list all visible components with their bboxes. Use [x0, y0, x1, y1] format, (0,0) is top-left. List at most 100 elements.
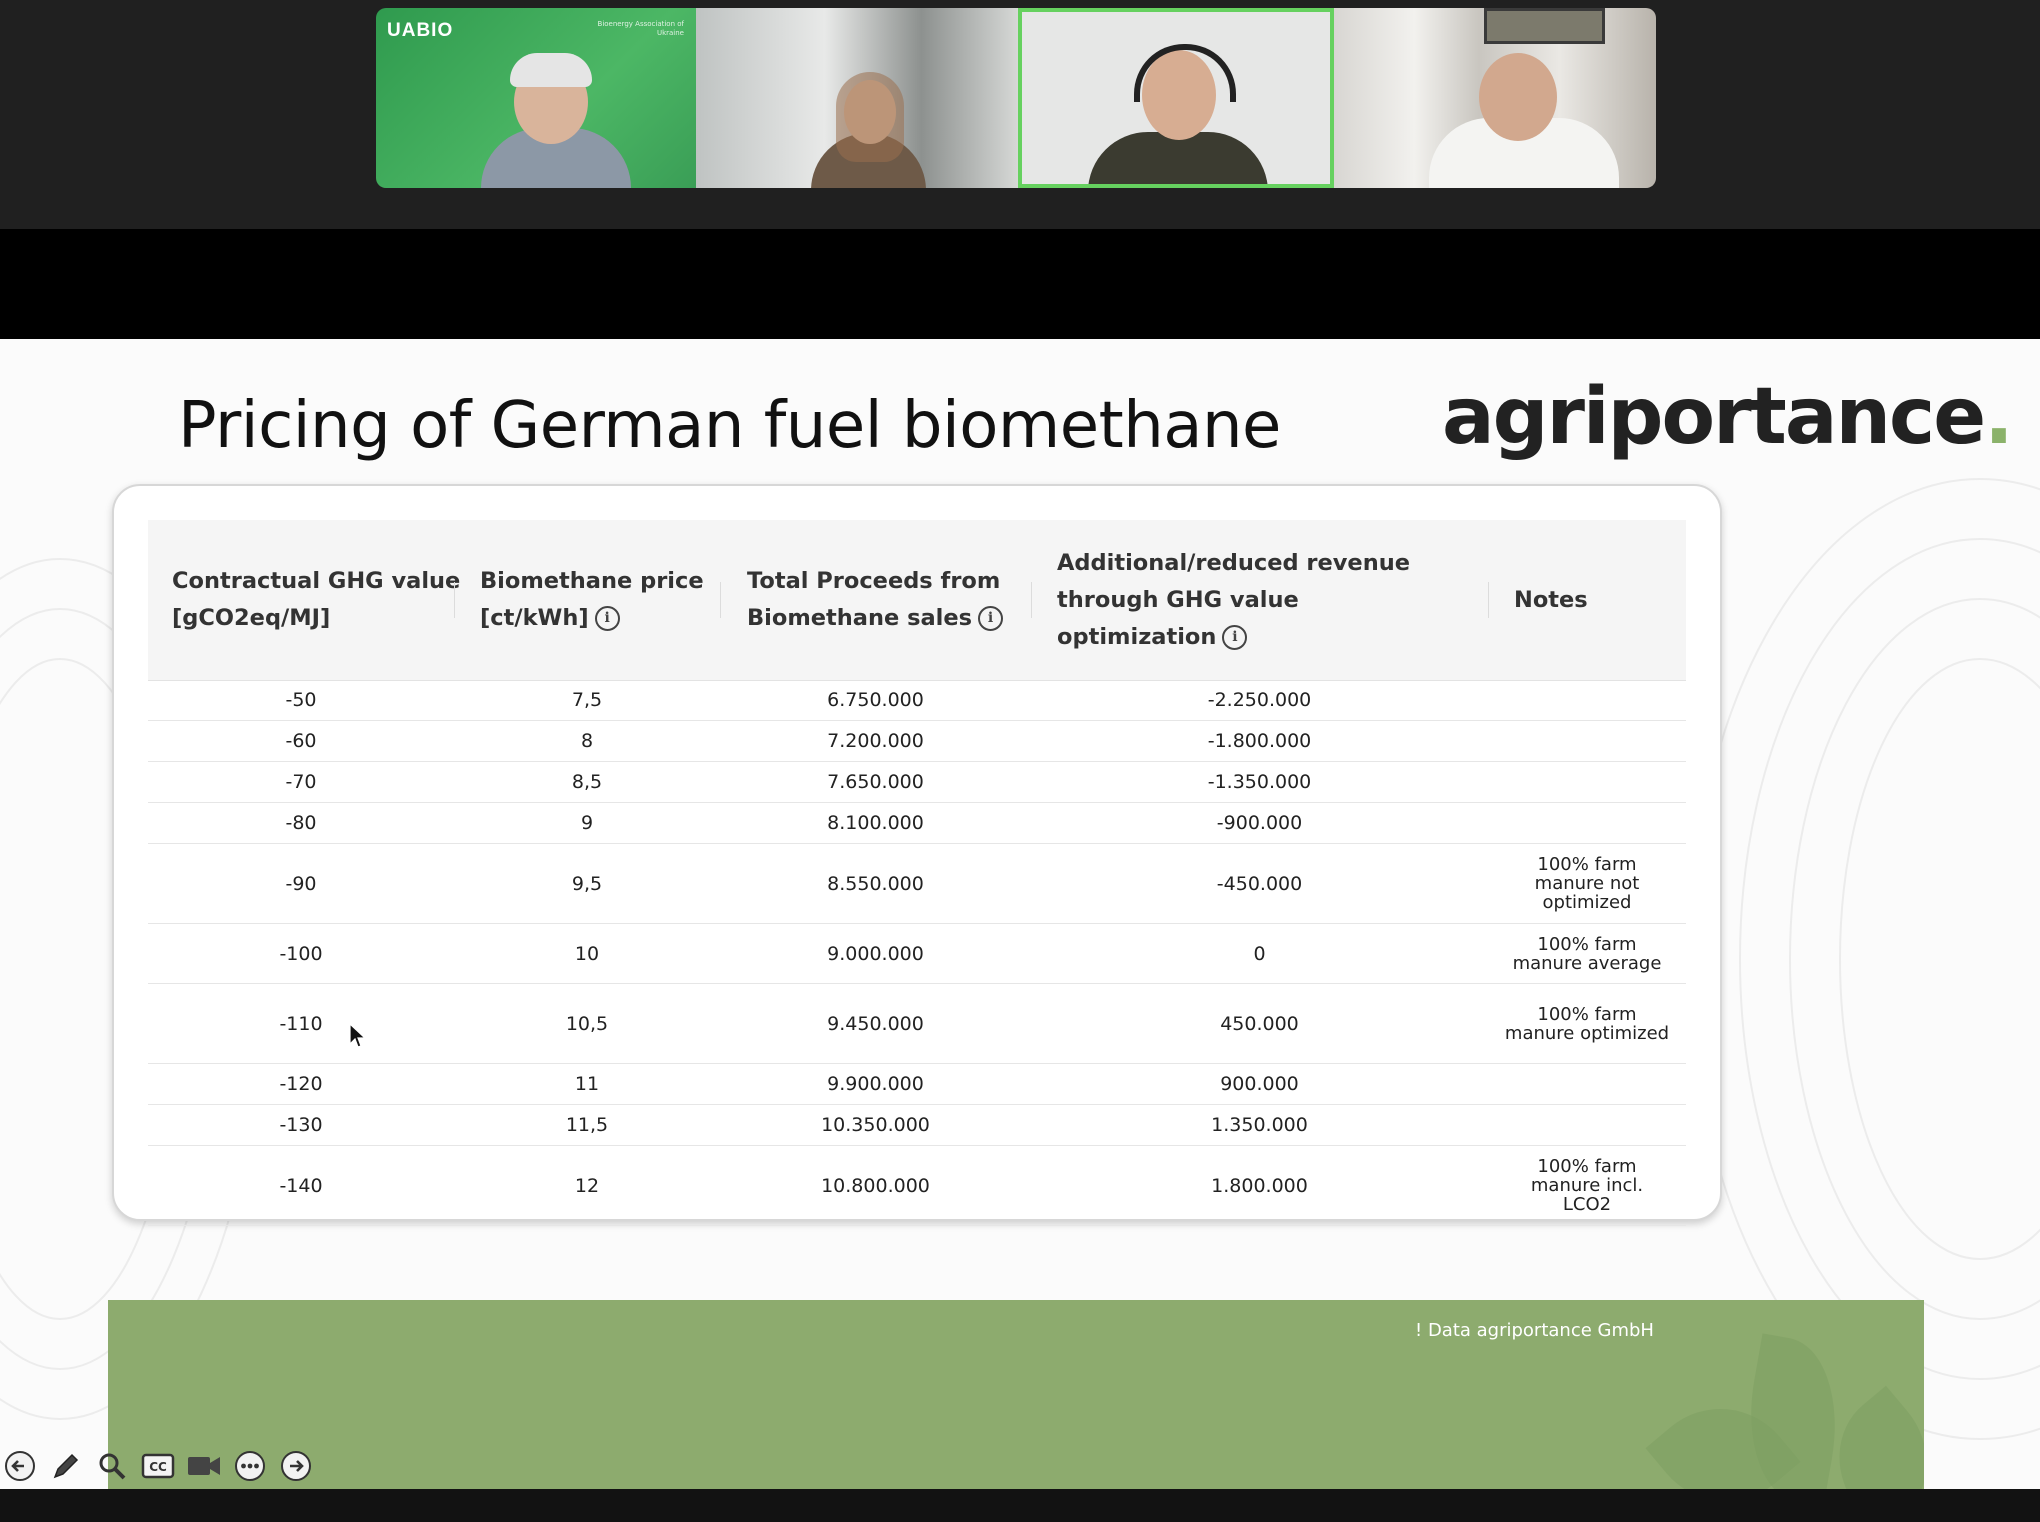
cell-revenue: -2.250.000	[1207, 689, 1312, 711]
cell-price: 8	[580, 730, 594, 752]
cell-proceeds: 8.100.000	[827, 812, 924, 834]
participant-tile-1[interactable]: UABIO Bioenergy Association of Ukraine	[376, 8, 696, 188]
cell-price: 10	[574, 942, 600, 965]
table-row: -140 12 10.800.000 1.800.000 100% farm manur…	[148, 1146, 1686, 1226]
participant-tile-2[interactable]	[696, 8, 1018, 188]
cell-notes: 100% farm manure not optimized	[1534, 854, 1640, 913]
table-row: -130 11,5 10.350.000 1.350.000	[148, 1105, 1686, 1146]
zoom-button[interactable]	[94, 1448, 130, 1484]
table-row: -60 8 7.200.000 -1.800.000	[148, 721, 1686, 762]
column-header-notes: Notes	[1514, 520, 1664, 680]
data-source-note: ! Data agriportance GmbH	[1415, 1320, 1654, 1341]
captions-icon: CC	[141, 1453, 175, 1479]
participant-tile-active-speaker[interactable]	[1018, 8, 1334, 188]
cell-ghg: -90	[285, 872, 317, 895]
tile-logo-subtitle: Bioenergy Association of Ukraine	[597, 20, 684, 37]
cell-proceeds: 10.350.000	[821, 1114, 930, 1136]
brand-name: agriportance	[1442, 372, 1986, 462]
cell-revenue: -1.350.000	[1207, 771, 1312, 793]
cell-revenue: 0	[1253, 942, 1266, 965]
header-separator	[454, 582, 455, 618]
column-header-notes-text: Notes	[1514, 586, 1588, 613]
captions-button[interactable]: CC	[140, 1448, 176, 1484]
cell-proceeds: 8.550.000	[827, 872, 924, 895]
cell-revenue: -1.800.000	[1207, 730, 1312, 752]
cell-ghg: -80	[285, 812, 317, 834]
cell-notes: 100% farm manure incl. LCO2	[1530, 1156, 1644, 1215]
cell-proceeds: 6.750.000	[827, 689, 924, 711]
more-options-button[interactable]	[232, 1448, 268, 1484]
cell-ghg: -120	[279, 1073, 323, 1095]
agriportance-logo: agriportance.	[1442, 372, 2014, 462]
cell-ghg: -140	[279, 1174, 323, 1197]
participant-tile-4[interactable]	[1334, 8, 1656, 188]
table-header: Contractual GHG value [gCO2eq/MJ] Biomet…	[148, 520, 1686, 681]
cell-price: 8,5	[571, 771, 603, 793]
cell-revenue: 1.800.000	[1211, 1174, 1308, 1197]
info-icon[interactable]: i	[1222, 624, 1248, 650]
table-row: -120 11 9.900.000 900.000	[148, 1064, 1686, 1105]
column-header-price-text: Biomethane price [ct/kWh]	[480, 568, 704, 631]
column-header-proceeds: Total Proceeds from Biomethane sales i	[747, 520, 1007, 680]
participant-head	[1479, 53, 1557, 141]
cell-price: 7,5	[571, 689, 603, 711]
table-row: -80 9 8.100.000 -900.000	[148, 803, 1686, 844]
captions-label: CC	[149, 1460, 167, 1474]
cell-notes	[1488, 721, 1686, 761]
previous-slide-button[interactable]	[2, 1448, 38, 1484]
mouse-cursor-icon	[349, 1023, 367, 1048]
cell-ghg: -130	[279, 1114, 323, 1136]
cell-ghg: -50	[285, 689, 317, 711]
table-row: -70 8,5 7.650.000 -1.350.000	[148, 762, 1686, 803]
column-header-price: Biomethane price [ct/kWh] i	[480, 520, 710, 680]
more-icon	[235, 1451, 265, 1481]
cell-revenue: -900.000	[1216, 812, 1303, 834]
cell-price: 9,5	[571, 872, 603, 895]
uabio-logo: UABIO	[387, 20, 454, 41]
column-header-ghg-text: Contractual GHG value [gCO2eq/MJ]	[172, 568, 461, 631]
cell-revenue: 1.350.000	[1211, 1114, 1308, 1136]
cell-price: 11,5	[565, 1114, 609, 1136]
column-header-proceeds-text: Total Proceeds from Biomethane sales	[747, 568, 1001, 631]
table-row: -90 9,5 8.550.000 -450.000 100% farm manure …	[148, 844, 1686, 924]
cell-revenue: 900.000	[1220, 1073, 1299, 1095]
info-icon[interactable]: i	[978, 606, 1004, 631]
wall-picture	[1484, 8, 1605, 44]
next-slide-button[interactable]	[278, 1448, 314, 1484]
forward-arrow-icon	[281, 1451, 311, 1481]
header-separator	[720, 582, 721, 618]
video-participant-strip: UABIO Bioenergy Association of Ukraine	[0, 0, 2040, 229]
slide-footer: ! Data agriportance GmbH	[108, 1300, 1924, 1489]
cell-proceeds: 9.450.000	[827, 1012, 924, 1035]
camera-button[interactable]	[186, 1448, 222, 1484]
cell-price: 11	[574, 1073, 600, 1095]
table-body: -50 7,5 6.750.000 -2.250.000 -60 8 7.200.000 -1…	[148, 680, 1686, 1226]
pen-tool-button[interactable]	[48, 1448, 84, 1484]
cell-price: 9	[580, 812, 594, 834]
cell-proceeds: 7.200.000	[827, 730, 924, 752]
participant-hair	[510, 53, 592, 87]
cell-ghg: -70	[285, 771, 317, 793]
pricing-table-card: Contractual GHG value [gCO2eq/MJ] Biomet…	[112, 484, 1722, 1226]
cell-proceeds: 9.000.000	[827, 942, 924, 965]
cell-ghg: -100	[279, 942, 323, 965]
table-row: -110 10,5 9.450.000 450.000 100% farm manure…	[148, 984, 1686, 1064]
cell-proceeds: 10.800.000	[821, 1174, 930, 1197]
cell-ghg: -110	[279, 1012, 323, 1035]
header-separator	[1031, 582, 1032, 618]
column-header-ghg: Contractual GHG value [gCO2eq/MJ]	[172, 520, 462, 680]
cell-ghg: -60	[285, 730, 317, 752]
zoom-icon	[99, 1453, 126, 1480]
back-arrow-icon	[5, 1451, 35, 1481]
cell-revenue: 450.000	[1220, 1012, 1299, 1035]
table-row: -100 10 9.000.000 0 100% farm manure average	[148, 924, 1686, 984]
presentation-controls: CC	[0, 1444, 342, 1488]
table-row: -50 7,5 6.750.000 -2.250.000	[148, 680, 1686, 721]
cell-notes	[1488, 1064, 1686, 1104]
bottom-letterbox	[0, 1489, 2040, 1522]
info-icon[interactable]: i	[594, 606, 620, 631]
cell-notes	[1488, 803, 1686, 843]
participant-figure	[1088, 132, 1268, 184]
cell-proceeds: 9.900.000	[827, 1073, 924, 1095]
cell-notes	[1488, 1105, 1686, 1145]
